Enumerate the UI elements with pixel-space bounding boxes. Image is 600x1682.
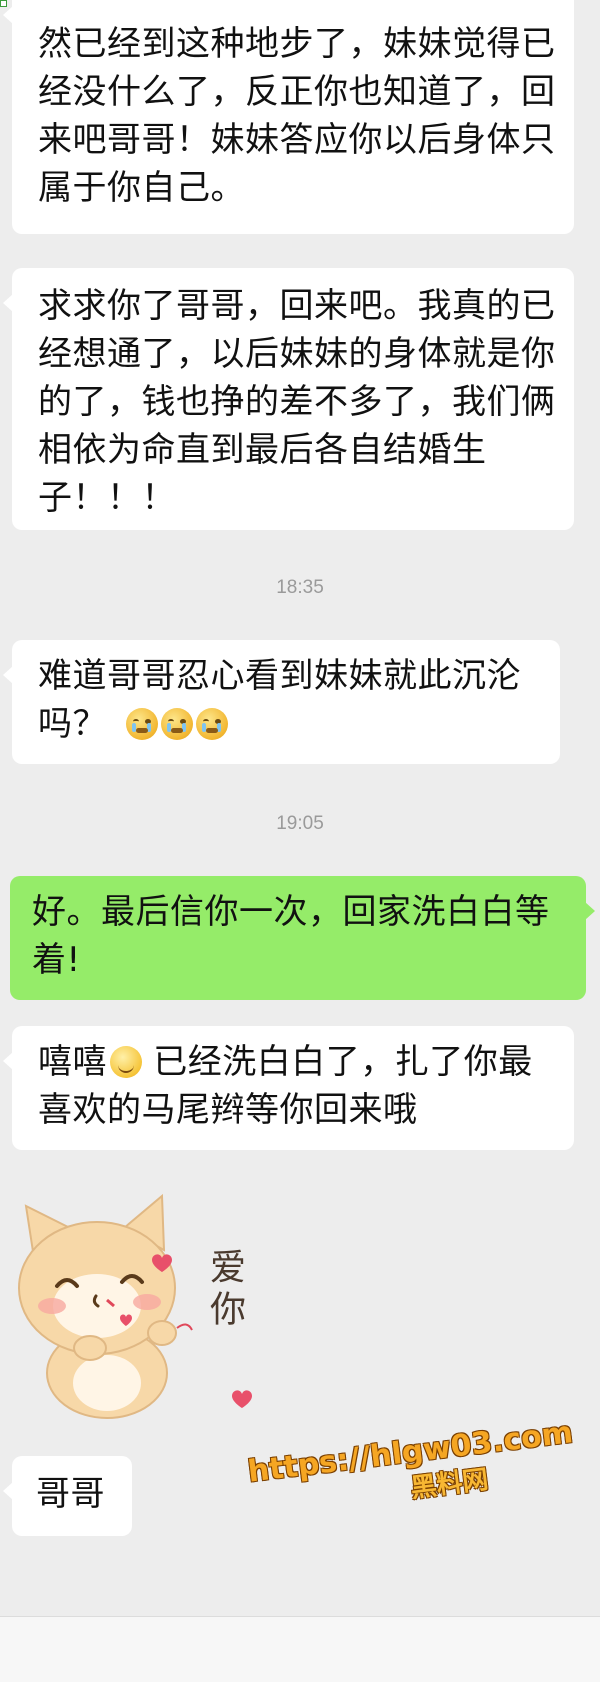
message-text-line: 属于你自己。 (38, 168, 245, 208)
smiling-face-emoji (110, 1046, 142, 1078)
incoming-message-bubble[interactable]: 嘻嘻 已经洗白白了，扎了你最 喜欢的马尾辫等你回来哦 (3, 1026, 574, 1150)
message-text-line: 经没什么了，反正你也知道了，回 (38, 72, 556, 112)
incoming-message-bubble[interactable]: 哥哥 (3, 1456, 132, 1536)
message-timestamp: 18:35 (276, 577, 324, 598)
message-text-line: 来吧哥哥！妹妹答应你以后身体只 (38, 120, 556, 160)
chat-input-bar[interactable] (0, 1616, 600, 1682)
message-text-line: 嘻嘻 已经洗白白了，扎了你最 (38, 1038, 550, 1086)
message-text-fragment: 嘻嘻 (38, 1042, 107, 1082)
message-text-fragment: 吗？ (38, 704, 107, 744)
message-text-fragment: 已经洗白白了，扎了你最 (142, 1042, 533, 1082)
incoming-message-bubble[interactable]: 然已经到这种地步了，妹妹觉得已 经没什么了，反正你也知道了，回 来吧哥哥！妹妹答… (3, 0, 574, 234)
message-text-line: 喜欢的马尾辫等你回来哦 (38, 1090, 418, 1130)
incoming-message-bubble[interactable]: 求求你了哥哥，回来吧。我真的已 经想通了，以后妹妹的身体就是你 的了，钱也挣的差… (3, 268, 574, 530)
incoming-message-bubble[interactable]: 难道哥哥忍心看到妹妹就此沉沦 吗？ (3, 640, 560, 764)
crying-face-emoji (126, 708, 159, 740)
message-text-line: 好。最后信你一次，回家洗白白等 (32, 892, 550, 932)
crying-face-emoji (161, 708, 194, 740)
message-text-line: 经想通了，以后妹妹的身体就是你 (38, 334, 556, 374)
sticker-caption: 爱你 (204, 1248, 245, 1332)
crying-face-emoji (196, 708, 229, 740)
message-text-line: 吗？ (38, 700, 536, 748)
cat-love-sticker[interactable]: 爱你 (12, 1188, 272, 1428)
watermark-overlay: https://hlgw03.com 黑料网 (246, 1415, 579, 1526)
message-text-line: 难道哥哥忍心看到妹妹就此沉沦 (38, 656, 521, 696)
message-timestamp: 19:05 (276, 813, 324, 834)
message-text-line: 相依为命直到最后各自结婚生 (38, 430, 487, 470)
message-text-line: 着! (32, 940, 81, 980)
message-text-line: 然已经到这种地步了，妹妹觉得已 (38, 24, 556, 64)
message-text-line: 哥哥 (36, 1474, 105, 1514)
message-text-line: 求求你了哥哥，回来吧。我真的已 (38, 286, 556, 326)
message-text-line: 子！！！ (38, 478, 176, 518)
outgoing-message-bubble[interactable]: 好。最后信你一次，回家洗白白等 着! (10, 876, 595, 1000)
message-text-line: 的了，钱也挣的差不多了，我们俩 (38, 382, 556, 422)
